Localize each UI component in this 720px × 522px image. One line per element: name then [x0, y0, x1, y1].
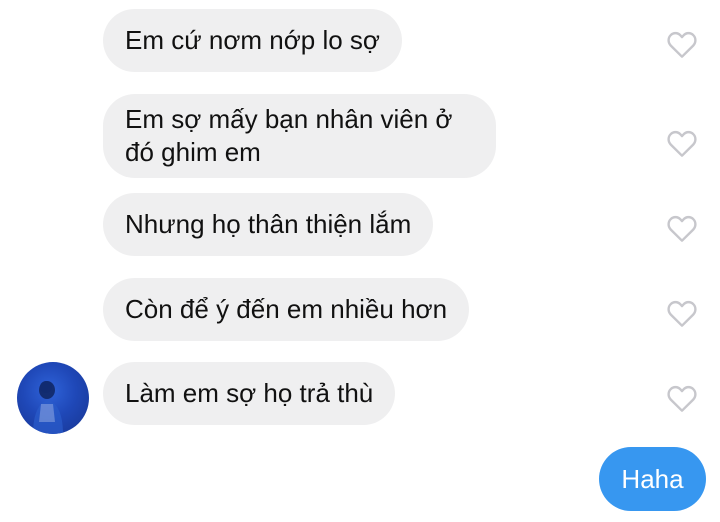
like-heart-icon[interactable] — [666, 213, 698, 243]
received-message-bubble[interactable]: Còn để ý đến em nhiều hơn — [103, 278, 470, 341]
like-heart-icon[interactable] — [666, 298, 698, 328]
received-message-bubble[interactable]: Em sợ mấy bạn nhân viên ở đó ghim em — [103, 94, 496, 178]
sender-avatar[interactable] — [17, 362, 89, 434]
message-text: Làm em sợ họ trả thù — [125, 378, 374, 408]
like-heart-icon[interactable] — [666, 29, 698, 59]
message-text: Em cứ nơm nớp lo sợ — [125, 25, 380, 55]
message-text: Em sợ mấy bạn nhân viên ở đó ghim em — [125, 104, 453, 167]
message-text: Còn để ý đến em nhiều hơn — [125, 294, 448, 324]
sent-message-bubble[interactable]: Haha — [599, 447, 706, 511]
like-heart-icon[interactable] — [666, 128, 698, 158]
like-heart-icon[interactable] — [666, 383, 698, 413]
received-message-bubble[interactable]: Làm em sợ họ trả thù — [103, 362, 396, 425]
message-text: Nhưng họ thân thiện lắm — [125, 209, 412, 239]
received-message-bubble[interactable]: Em cứ nơm nớp lo sợ — [103, 9, 402, 72]
received-message-bubble[interactable]: Nhưng họ thân thiện lắm — [103, 193, 434, 256]
message-text: Haha — [621, 464, 684, 494]
